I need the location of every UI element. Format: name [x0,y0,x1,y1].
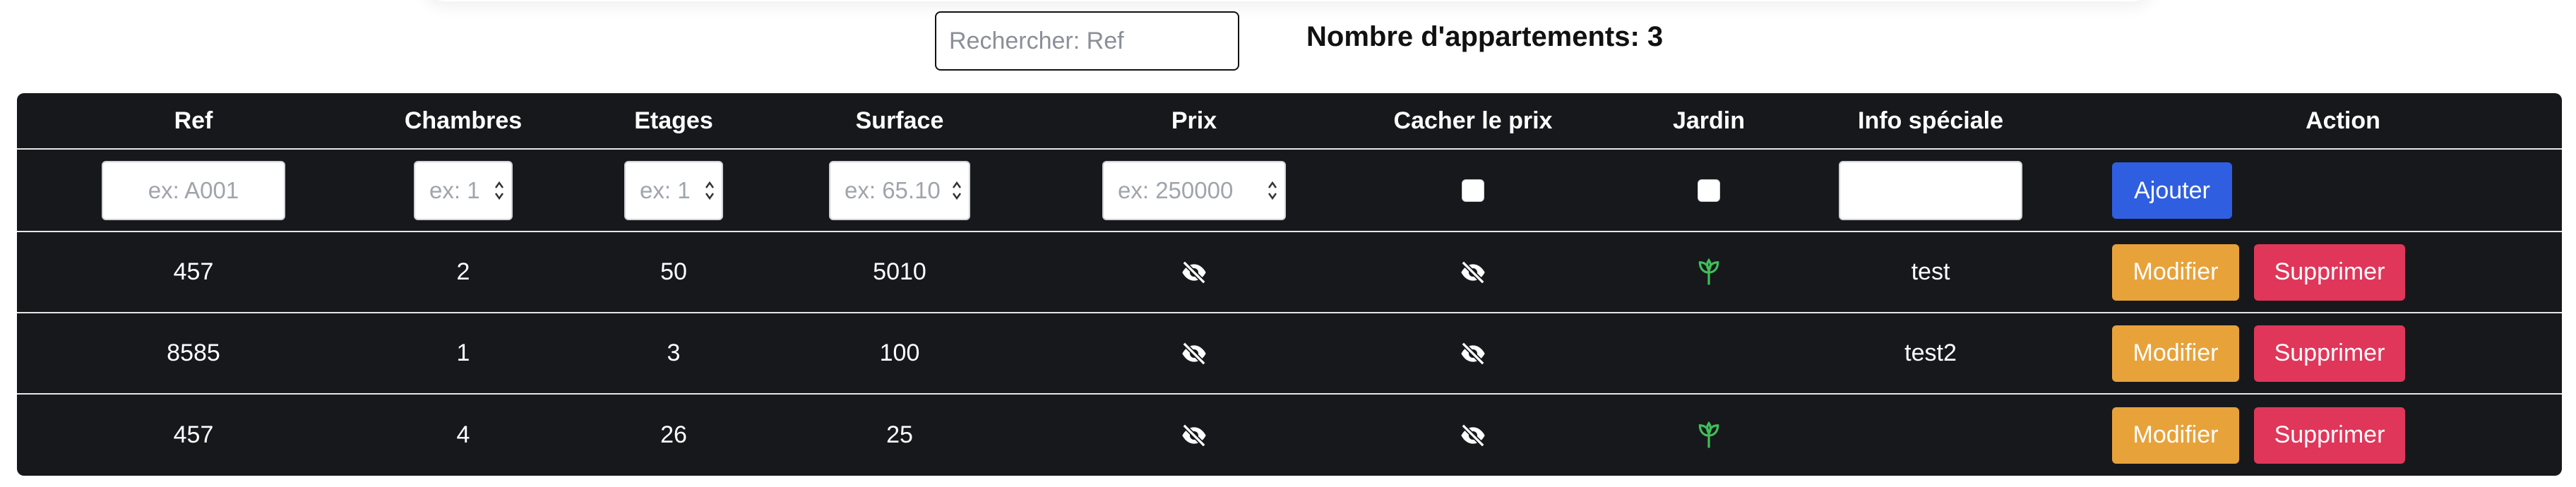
header-cacher-prix: Cacher le prix [1393,107,1553,134]
delete-button[interactable]: Supprimer [2254,244,2405,301]
ref-input-placeholder: ex: A001 [148,176,239,203]
cell-new-cacher-prix [1332,150,1614,231]
etages-input-placeholder: ex: 1 [640,176,691,203]
cell-ref: 8585 [167,339,220,366]
cell-etages: 26 [660,421,687,448]
apartment-count: Nombre d'appartements: 3 [1306,21,1664,52]
cell-cacher-prix [1332,313,1614,393]
info-speciale-input[interactable] [1839,160,2022,220]
etages-input[interactable]: ex: 1 [624,160,723,220]
eye-slash-icon [1461,423,1485,447]
cell-chambres: 1 [456,339,470,366]
cell-new-etages: ex: 1 [568,150,780,231]
cell-prix [1053,395,1335,476]
header-etages: Etages [634,107,713,134]
new-apartment-row: ex: A001 ex: 1 ex: 1 ex: 65.10 ex: 25000… [17,150,2562,232]
jardin-checkbox[interactable] [1698,179,1720,202]
eye-slash-icon [1182,423,1206,447]
modify-button[interactable]: Modifier [2112,325,2239,382]
header-surface: Surface [855,107,944,134]
modify-button[interactable]: Modifier [2112,407,2239,464]
cell-new-info [1789,150,2072,231]
eye-slash-icon [1182,341,1206,366]
search-input[interactable] [936,13,1238,69]
cell-new-prix: ex: 250000 [1053,150,1335,231]
cell-surface: 25 [886,421,913,448]
cell-ref: 457 [173,258,214,285]
spinner-icon[interactable] [703,178,716,203]
cell-info [1789,395,2072,476]
table-row: 457 4 26 25 Modifier Supprimer [17,395,2562,476]
search-box[interactable] [935,11,1239,71]
cell-cacher-prix [1332,395,1614,476]
apartments-table: Ref Chambres Etages Surface Prix Cacher … [17,93,2562,476]
cell-ref: 457 [173,421,214,448]
cell-cacher-prix [1332,232,1614,312]
cell-surface: 5010 [873,258,926,285]
cell-surface: 100 [879,339,920,366]
chambres-input-placeholder: ex: 1 [429,176,480,203]
top-header-shadow [424,0,2154,1]
header-info-speciale: Info spéciale [1858,107,2003,134]
garden-icon [1698,258,1719,284]
header-ref: Ref [174,107,213,134]
garden-icon [1698,421,1719,447]
eye-slash-icon [1461,260,1485,284]
eye-slash-icon [1182,260,1206,284]
cell-jardin [1603,395,1815,476]
header-action: Action [2306,107,2380,134]
add-button[interactable]: Ajouter [2112,162,2232,219]
cell-etages: 50 [660,258,687,285]
cell-info: test2 [1904,339,1957,366]
surface-input-placeholder: ex: 65.10 [845,176,941,203]
chambres-input[interactable]: ex: 1 [414,160,513,220]
cell-chambres: 4 [456,421,470,448]
cell-jardin [1603,232,1815,312]
cell-new-surface: ex: 65.10 [758,150,1041,231]
header-chambres: Chambres [404,107,523,134]
table-row: 8585 1 3 100 test2 Modifier Supprimer [17,313,2562,395]
cell-new-jardin [1603,150,1815,231]
delete-button[interactable]: Supprimer [2254,325,2405,382]
table-row: 457 2 50 5010 test Modifier Supprimer [17,232,2562,313]
cell-new-chambres: ex: 1 [340,150,587,231]
spinner-icon[interactable] [493,178,506,203]
cell-info: test [1911,258,1950,285]
header-prix: Prix [1171,107,1217,134]
spinner-icon[interactable] [950,178,963,203]
prix-input-placeholder: ex: 250000 [1118,176,1234,203]
modify-button[interactable]: Modifier [2112,244,2239,301]
eye-slash-icon [1461,341,1485,366]
cell-chambres: 2 [456,258,470,285]
cacher-prix-checkbox[interactable] [1462,179,1484,202]
delete-button[interactable]: Supprimer [2254,407,2405,464]
surface-input[interactable]: ex: 65.10 [829,160,970,220]
cell-new-ref: ex: A001 [52,150,335,231]
spinner-icon[interactable] [1266,178,1279,203]
header-jardin: Jardin [1672,107,1746,134]
table-header-row: Ref Chambres Etages Surface Prix Cacher … [17,93,2562,150]
prix-input[interactable]: ex: 250000 [1102,160,1286,220]
cell-prix [1053,313,1335,393]
cell-etages: 3 [667,339,681,366]
cell-prix [1053,232,1335,312]
cell-jardin [1603,313,1815,393]
ref-input[interactable]: ex: A001 [102,160,285,220]
